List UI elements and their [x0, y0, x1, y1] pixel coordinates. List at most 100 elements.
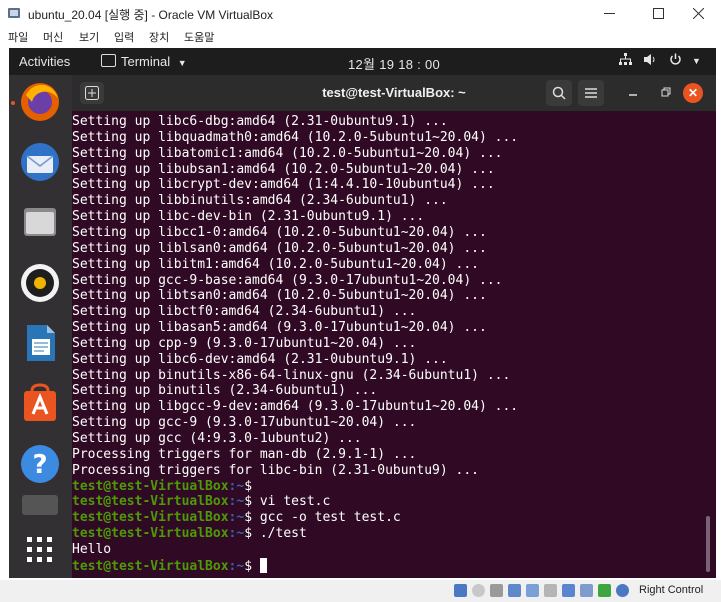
files-icon[interactable] [18, 200, 62, 244]
prompt-command [252, 559, 260, 574]
rhythmbox-icon[interactable] [18, 261, 62, 305]
display-icon[interactable] [562, 584, 575, 597]
output-line: Setting up libasan5:amd64 (9.3.0-17ubunt… [72, 320, 487, 336]
prompt-user: test@test-VirtualBox [72, 526, 229, 542]
virtualbox-icon [8, 8, 20, 18]
terminal-icon [101, 54, 116, 67]
menu-button[interactable] [578, 80, 604, 106]
terminal-scrollbar[interactable] [706, 516, 710, 572]
output-line: Setting up gcc-9-base:amd64 (9.3.0-17ubu… [72, 272, 503, 288]
network-adapter-icon[interactable] [508, 584, 521, 597]
dock-partial-icon[interactable] [18, 495, 62, 515]
hard-disk-icon[interactable] [454, 584, 467, 597]
output-line: Processing triggers for man-db (2.9.1-1)… [72, 446, 417, 462]
audio-icon[interactable] [490, 584, 503, 597]
minimize-icon [629, 94, 637, 96]
cpu-activity-icon[interactable] [598, 584, 611, 597]
output-line: Setting up libc-dev-bin (2.31-0ubuntu9.1… [72, 209, 425, 225]
power-icon[interactable] [669, 53, 682, 69]
close-icon: ✕ [687, 86, 699, 100]
volume-icon[interactable] [643, 53, 657, 69]
running-indicator [11, 101, 15, 105]
output-line: Setting up libitm1:amd64 (10.2.0-5ubuntu… [72, 256, 479, 272]
terminal-output[interactable]: Setting up libc6-dbg:amd64 (2.31-0ubuntu… [72, 111, 702, 578]
prompt-line: test@test-VirtualBox:~$ gcc -o test test… [72, 510, 401, 526]
clock[interactable]: 12월 19 18 : 00 [348, 54, 440, 73]
ubuntu-software-icon[interactable] [18, 381, 62, 425]
hamburger-icon [585, 88, 597, 98]
output-line: Setting up libctf0:amd64 (2.34-6ubuntu1)… [72, 304, 417, 320]
output-line: Processing triggers for libc-bin (2.31-0… [72, 462, 479, 478]
output-line: Setting up libcrypt-dev:amd64 (1:4.4.10-… [72, 177, 495, 193]
prompt-path: :~ [228, 510, 245, 526]
prompt-command: gcc -o test test.c [252, 510, 401, 526]
network-icon[interactable] [619, 53, 632, 69]
optical-drive-icon[interactable] [472, 584, 485, 597]
terminal-header-bar: test@test-VirtualBox: ~ ✕ [72, 75, 716, 111]
thunderbird-icon[interactable] [18, 140, 62, 184]
menu-machine[interactable]: 머신 [43, 29, 63, 45]
usb-icon[interactable] [526, 584, 539, 597]
firefox-icon[interactable] [18, 80, 62, 124]
mouse-integration-icon[interactable] [616, 584, 629, 597]
output-line: Setting up binutils-x86-64-linux-gnu (2.… [72, 367, 511, 383]
output-line: Setting up cpp-9 (9.3.0-17ubuntu1~20.04)… [72, 335, 417, 351]
prompt-line: test@test-VirtualBox:~$ [72, 479, 252, 495]
close-icon [692, 7, 704, 20]
help-icon[interactable]: ? [18, 442, 62, 486]
menu-devices[interactable]: 장치 [149, 29, 169, 45]
output-line: Setting up libbinutils:amd64 (2.34-6ubun… [72, 193, 448, 209]
close-window-button[interactable] [675, 0, 721, 27]
output-line: Setting up liblsan0:amd64 (10.2.0-5ubunt… [72, 240, 487, 256]
prompt-user: test@test-VirtualBox [72, 478, 229, 494]
show-applications-icon[interactable] [18, 528, 62, 572]
terminal-minimize-button[interactable] [628, 85, 638, 100]
terminal-window[interactable]: test@test-VirtualBox: ~ ✕ Setting up lib… [72, 75, 716, 578]
output-line: Setting up libc6-dev:amd64 (2.31-0ubuntu… [72, 351, 448, 367]
prompt-line: test@test-VirtualBox:~$ ./test [72, 526, 307, 542]
search-button[interactable] [546, 80, 572, 106]
prompt-symbol: $ [244, 510, 253, 526]
prompt-command: ./test [252, 526, 307, 542]
terminal-title: test@test-VirtualBox: ~ [322, 85, 466, 100]
output-line: Setting up libgcc-9-dev:amd64 (9.3.0-17u… [72, 399, 519, 415]
output-line: Setting up libc6-dbg:amd64 (2.31-0ubuntu… [72, 114, 448, 129]
restore-icon [661, 87, 671, 97]
prompt-path: :~ [228, 526, 245, 542]
output-line: Setting up libcc1-0:amd64 (10.2.0-5ubunt… [72, 224, 487, 240]
minimize-icon [603, 13, 615, 14]
shared-folders-icon[interactable] [544, 584, 557, 597]
menu-view[interactable]: 보기 [79, 29, 99, 45]
menu-help[interactable]: 도움말 [184, 29, 214, 45]
terminal-close-button[interactable]: ✕ [683, 83, 703, 103]
text-cursor [259, 557, 267, 573]
prompt-path: :~ [228, 558, 245, 574]
output-line: Setting up libubsan1:amd64 (10.2.0-5ubun… [72, 161, 495, 177]
prompt-symbol: $ [244, 558, 253, 574]
prompt-user: test@test-VirtualBox [72, 510, 229, 526]
terminal-maximize-button[interactable] [661, 85, 671, 100]
minimize-button[interactable] [586, 0, 632, 27]
chevron-down-icon: ▼ [177, 58, 187, 68]
vm-screen[interactable]: Activities Terminal ▼ 12월 19 18 : 00 ▼ ?… [9, 48, 716, 578]
prompt-line: test@test-VirtualBox:~$ vi test.c [72, 494, 330, 510]
system-menu-chevron-icon[interactable]: ▼ [692, 56, 701, 66]
libreoffice-writer-icon[interactable] [18, 321, 62, 365]
prompt-user: test@test-VirtualBox [72, 494, 229, 510]
menu-file[interactable]: 파일 [8, 29, 28, 45]
prompt-command: vi test.c [252, 494, 331, 510]
output-line: Setting up gcc-9 (9.3.0-17ubuntu1~20.04)… [72, 415, 417, 431]
prompt-symbol: $ [244, 526, 253, 542]
menu-input[interactable]: 입력 [114, 29, 134, 45]
app-menu-label: Terminal [121, 54, 171, 69]
prompt-path: :~ [228, 478, 245, 494]
prompt-user: test@test-VirtualBox [72, 558, 229, 574]
activities-button[interactable]: Activities [19, 54, 70, 69]
output-line: Setting up libtsan0:amd64 (10.2.0-5ubunt… [72, 288, 487, 304]
prompt-symbol: $ [244, 494, 253, 510]
svg-text:?: ? [32, 450, 47, 480]
output-line: Setting up libquadmath0:amd64 (10.2.0-5u… [72, 129, 519, 145]
recording-icon[interactable] [580, 584, 593, 597]
app-menu[interactable]: Terminal ▼ [101, 54, 187, 69]
program-output-line: Hello [72, 541, 112, 557]
